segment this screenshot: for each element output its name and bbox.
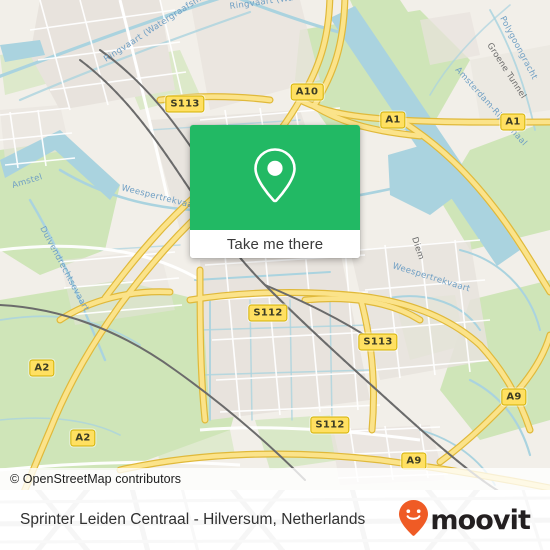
take-me-there-card[interactable]: Take me there: [190, 125, 360, 258]
highway-shield: S112: [248, 304, 288, 322]
moovit-logo[interactable]: moovit: [398, 499, 531, 542]
map-pin-icon: [252, 146, 298, 209]
highway-shield: A10: [290, 83, 324, 101]
highway-shield: A2: [70, 429, 96, 447]
card-footer[interactable]: Take me there: [190, 230, 360, 258]
moovit-pin-icon: [398, 499, 429, 542]
bottom-bar: Sprinter Leiden Centraal - Hilversum, Ne…: [0, 490, 550, 550]
highway-shield: S112: [310, 416, 350, 434]
route-title: Sprinter Leiden Centraal - Hilversum, Ne…: [20, 511, 366, 528]
highway-shield: A1: [380, 111, 406, 129]
highway-shield: A9: [401, 452, 427, 470]
highway-shield: A1: [500, 113, 526, 131]
moovit-wordmark: moovit: [430, 504, 531, 536]
card-header: [190, 125, 360, 230]
highway-shield: S113: [358, 333, 398, 351]
highway-shield: A2: [29, 359, 55, 377]
map-screenshot: Ringvaart (Watergraafsmeer)Ringvaart (Wa…: [0, 0, 550, 550]
osm-attribution-text[interactable]: © OpenStreetMap contributors: [0, 472, 181, 486]
highway-shield: A9: [501, 388, 527, 406]
highway-shield: S113: [165, 95, 205, 113]
map-attribution: © OpenStreetMap contributors: [0, 468, 550, 490]
map-canvas[interactable]: Ringvaart (Watergraafsmeer)Ringvaart (Wa…: [0, 0, 550, 490]
take-me-there-label: Take me there: [226, 235, 324, 253]
